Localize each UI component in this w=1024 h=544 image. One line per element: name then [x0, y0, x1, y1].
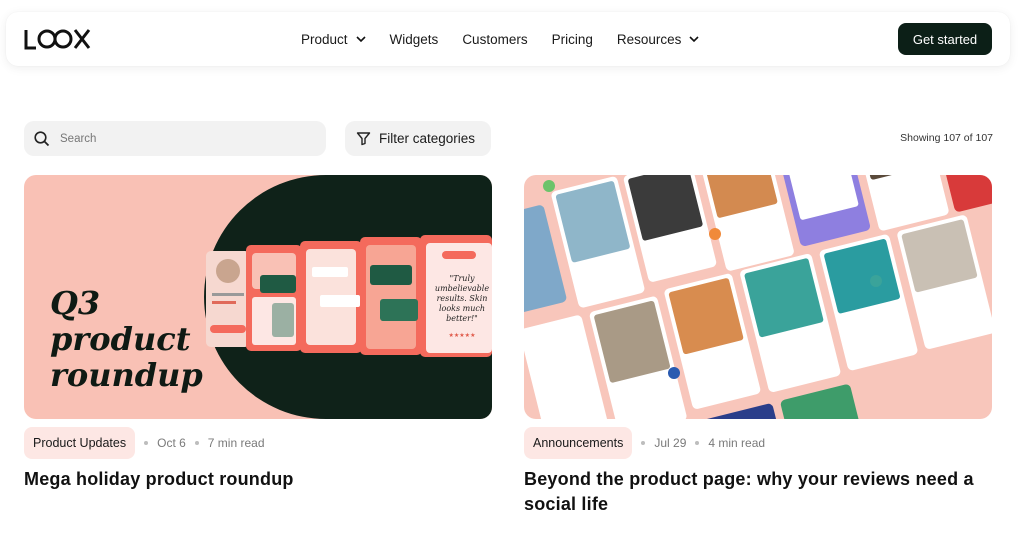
loox-logo-mark	[24, 29, 91, 50]
separator-dot	[695, 441, 700, 445]
social-reviews-collage	[524, 175, 992, 419]
post-card: Announcements Jul 29 4 min read Beyond t…	[524, 175, 992, 514]
nav-product-label: Product	[301, 31, 348, 47]
category-tag[interactable]: Product Updates	[24, 427, 136, 459]
filter-categories-label: Filter categories	[379, 131, 476, 146]
chevron-down-icon	[689, 35, 699, 42]
nav-pricing-label: Pricing	[551, 31, 593, 47]
svg-text:★★★★★: ★★★★★	[449, 332, 476, 339]
post-date: Jul 29	[654, 436, 687, 450]
nav-resources-label: Resources	[616, 31, 682, 47]
category-tag[interactable]: Announcements	[524, 427, 633, 459]
svg-text:"Truly: "Truly	[449, 274, 475, 283]
search-input[interactable]	[60, 132, 300, 145]
nav-customers[interactable]: Customers	[462, 32, 527, 47]
post-meta: Announcements Jul 29 4 min read	[524, 427, 765, 459]
separator-dot	[194, 441, 199, 445]
nav-product[interactable]: Product	[301, 32, 366, 47]
post-date: Oct 6	[157, 436, 186, 450]
separator-dot	[144, 441, 149, 445]
read-time: 4 min read	[708, 436, 766, 450]
separator-dot	[641, 441, 646, 445]
chevron-down-icon	[355, 35, 366, 42]
post-card: "Truly umbelievable results. Skin looks …	[24, 175, 492, 489]
svg-text:better!": better!"	[446, 314, 478, 323]
top-navbar: Product Widgets Customers Pricing Resour…	[6, 12, 1010, 66]
search-box[interactable]	[24, 121, 326, 156]
search-icon	[34, 130, 50, 146]
results-count: Showing 107 of 107	[900, 132, 993, 144]
svg-text:results. Skin: results. Skin	[437, 294, 488, 303]
get-started-button[interactable]: Get started	[898, 23, 992, 55]
nav-customers-label: Customers	[462, 31, 528, 47]
loox-logo[interactable]	[24, 27, 92, 51]
svg-text:looks much: looks much	[439, 304, 485, 313]
post-title[interactable]: Mega holiday product roundup	[24, 467, 492, 492]
svg-text:umbelievable: umbelievable	[435, 284, 489, 293]
post-meta: Product Updates Oct 6 7 min read	[24, 427, 265, 459]
nav-resources[interactable]: Resources	[617, 32, 700, 47]
nav-widgets-label: Widgets	[389, 31, 439, 47]
nav-widgets[interactable]: Widgets	[390, 32, 439, 47]
nav-pricing[interactable]: Pricing	[552, 32, 593, 47]
filter-icon	[356, 132, 371, 146]
filter-categories-button[interactable]: Filter categories	[345, 121, 491, 156]
thumbnail-heading: Q3 product roundup	[50, 284, 203, 394]
post-thumbnail[interactable]: "Truly umbelievable results. Skin looks …	[24, 175, 492, 419]
nav-links: Product Widgets Customers Pricing Resour…	[301, 12, 723, 66]
read-time: 7 min read	[207, 436, 265, 450]
post-title[interactable]: Beyond the product page: why your review…	[524, 467, 992, 517]
post-thumbnail[interactable]	[524, 175, 992, 419]
